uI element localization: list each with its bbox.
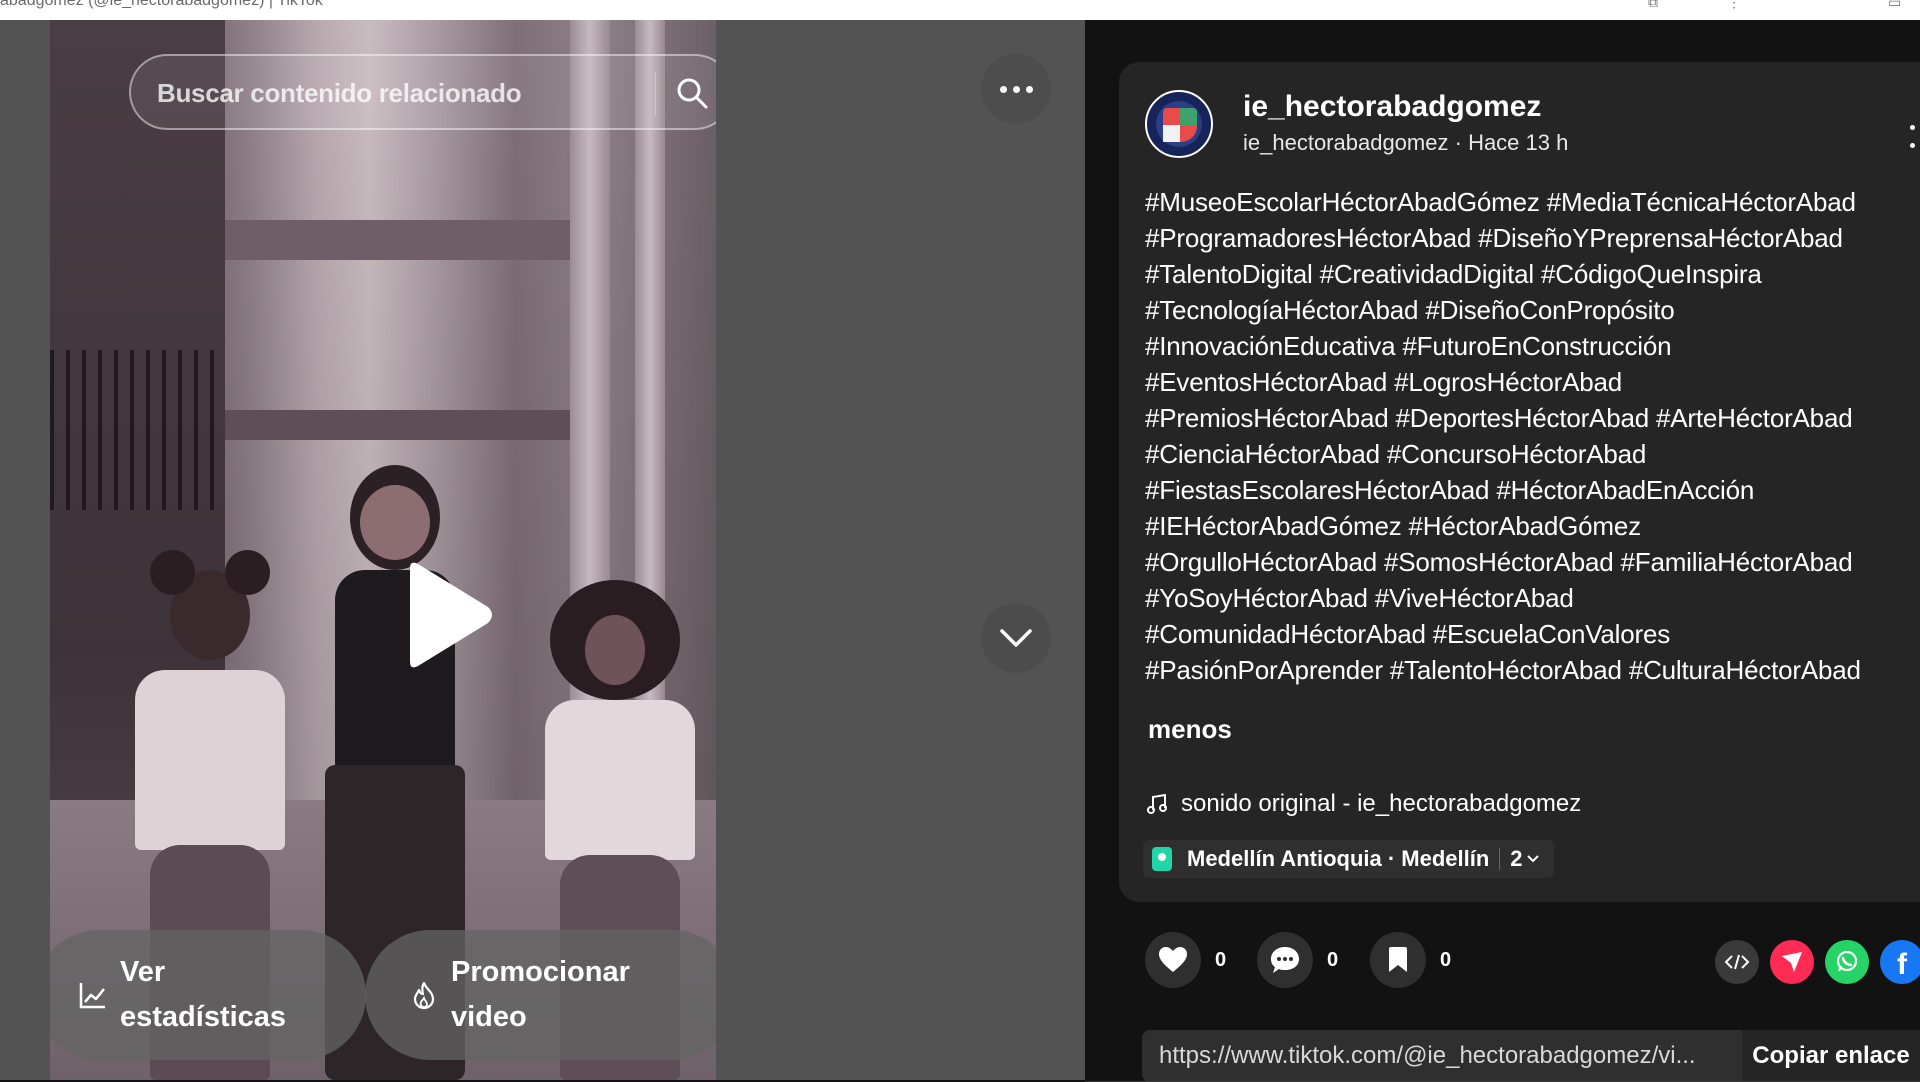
location-separator (1499, 848, 1501, 870)
description-line[interactable]: #InnovaciónEducativa #FuturoEnConstrucci… (1145, 328, 1920, 364)
description-line[interactable]: #CienciaHéctorAbad #ConcursoHéctorAbad (1145, 436, 1920, 472)
save-circle[interactable] (1370, 932, 1426, 988)
embed-button[interactable] (1715, 940, 1759, 984)
chart-icon (79, 983, 105, 1009)
copy-link-row: https://www.tiktok.com/@ie_hectorabadgom… (1142, 1030, 1920, 1082)
like-count: 0 (1215, 948, 1227, 971)
details-panel: ie_hectorabadgomez ie_hectorabadgomez · … (1085, 20, 1920, 1082)
post-card: ie_hectorabadgomez ie_hectorabadgomez · … (1119, 62, 1920, 902)
music-note-icon (1147, 793, 1167, 814)
crest-white-quadrant (1163, 125, 1180, 142)
sound-link[interactable]: sonido original - ie_hectorabadgomez (1145, 790, 1581, 818)
description-line[interactable]: #TalentoDigital #CreatividadDigital #Cód… (1145, 256, 1920, 292)
video-player-area: Buscar contenido relacionado Ver estadís… (0, 20, 1085, 1080)
scene-walkway-lower (225, 410, 585, 440)
comment-icon (1271, 947, 1299, 973)
more-options-button[interactable] (981, 54, 1051, 124)
send-to-friend-button[interactable] (1770, 940, 1814, 984)
save-count: 0 (1440, 948, 1452, 971)
description-line[interactable]: #PremiosHéctorAbad #DeportesHéctorAbad #… (1145, 400, 1920, 436)
whatsapp-icon (1836, 950, 1858, 972)
comment-circle[interactable] (1257, 932, 1313, 988)
dot (1012, 85, 1020, 93)
promote-video-label: Promocionar video (451, 956, 630, 1033)
promote-video-button[interactable]: Promocionar video (365, 930, 716, 1060)
copy-link-button[interactable]: Copiar enlace (1742, 1030, 1920, 1082)
view-stats-label: Ver estadísticas (120, 956, 287, 1033)
description-line[interactable]: #MuseoEscolarHéctorAbadGómez #MediaTécni… (1145, 184, 1920, 220)
window-title: abadgomez (@ie_hectorabadgomez) | TikTok (0, 0, 323, 9)
meta-separator: · (1454, 130, 1462, 155)
chevron-down-icon (1526, 855, 1539, 863)
location-label: Medellín Antioquia · Medellín (1187, 846, 1490, 871)
translate-icon[interactable]: ⧉ (1648, 0, 1658, 11)
location-pin-icon (1152, 847, 1172, 871)
post-meta: ie_hectorabadgomez · Hace 13 h (1243, 130, 1568, 156)
share-whatsapp-button[interactable] (1825, 940, 1869, 984)
related-search-box[interactable]: Buscar contenido relacionado (129, 54, 716, 130)
like-circle[interactable] (1145, 932, 1201, 988)
bookmark-icon (1389, 947, 1407, 972)
post-description: #MuseoEscolarHéctorAbadGómez #MediaTécni… (1145, 184, 1920, 688)
post-more-icon[interactable] (1910, 117, 1920, 153)
description-line[interactable]: #EventosHéctorAbad #LogrosHéctorAbad (1145, 364, 1920, 400)
facebook-icon: f (1897, 948, 1907, 981)
avatar[interactable] (1145, 90, 1213, 158)
send-icon (1782, 952, 1802, 972)
description-line[interactable]: #TecnologíaHéctorAbad #DiseñoConPropósit… (1145, 292, 1920, 328)
window-title-bar: abadgomez (@ie_hectorabadgomez) | TikTok… (0, 0, 1920, 20)
chevron-down-icon (1000, 629, 1032, 647)
description-line[interactable]: #ComunidadHéctorAbad #EscuelaConValores (1145, 616, 1920, 652)
view-stats-button[interactable]: Ver estadísticas (50, 930, 366, 1060)
like-button[interactable]: 0 (1145, 932, 1226, 988)
description-line[interactable]: #ProgramadoresHéctorAbad #DiseñoYPrepren… (1145, 220, 1920, 256)
description-line[interactable]: #IEHéctorAbadGómez #HéctorAbadGómez (1145, 508, 1920, 544)
share-facebook-button[interactable]: f (1880, 940, 1920, 984)
location-count-button[interactable]: 2 (1510, 846, 1539, 872)
flame-icon (413, 981, 435, 1010)
description-line[interactable]: #YoSoyHéctorAbad #ViveHéctorAbad (1145, 580, 1920, 616)
post-actions-bar: 0 0 0 f (1145, 932, 1920, 992)
save-button[interactable]: 0 (1370, 932, 1451, 988)
next-video-button[interactable] (981, 603, 1051, 673)
handle[interactable]: ie_hectorabadgomez (1243, 130, 1448, 155)
scene-railing (50, 350, 225, 510)
dot (1025, 85, 1033, 93)
search-icon[interactable] (675, 76, 709, 110)
dot (999, 85, 1007, 93)
window-restore-icon[interactable]: ▭ (1888, 0, 1901, 11)
show-less-button[interactable]: menos (1148, 714, 1232, 745)
heart-icon (1159, 947, 1187, 972)
location-count: 2 (1510, 846, 1523, 871)
location-tag[interactable]: Medellín Antioquia · Medellín 2 (1143, 840, 1554, 878)
scene-walkway (225, 220, 605, 260)
embed-code-icon (1724, 954, 1750, 970)
sound-label: sonido original - ie_hectorabadgomez (1181, 790, 1582, 817)
video-url[interactable]: https://www.tiktok.com/@ie_hectorabadgom… (1159, 1042, 1699, 1070)
video-frame[interactable]: Buscar contenido relacionado Ver estadís… (50, 20, 716, 1080)
search-input[interactable]: Buscar contenido relacionado (157, 78, 522, 109)
search-divider (655, 72, 656, 116)
description-line[interactable]: #PasiónPorAprender #TalentoHéctorAbad #C… (1145, 652, 1920, 688)
description-line[interactable]: #FiestasEscolaresHéctorAbad #HéctorAbadE… (1145, 472, 1920, 508)
play-icon[interactable] (396, 560, 496, 670)
description-line[interactable]: #OrgulloHéctorAbad #SomosHéctorAbad #Fam… (1145, 544, 1920, 580)
menu-kebab-icon[interactable]: ⋮ (1727, 0, 1741, 11)
comment-count: 0 (1327, 948, 1339, 971)
post-time: Hace 13 h (1468, 130, 1569, 155)
username[interactable]: ie_hectorabadgomez (1243, 90, 1541, 124)
crest-green-quadrant (1180, 108, 1197, 125)
comment-button[interactable]: 0 (1257, 932, 1338, 988)
